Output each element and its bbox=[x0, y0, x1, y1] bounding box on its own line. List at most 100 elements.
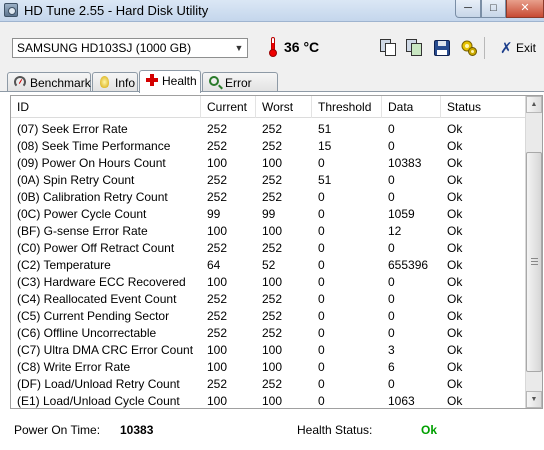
options-icon[interactable] bbox=[460, 39, 478, 57]
table-row[interactable]: (BF) G-sense Error Rate 100 100 0 12 Ok bbox=[11, 223, 527, 240]
title-bar[interactable]: HD Tune 2.55 - Hard Disk Utility ─ □ ✕ bbox=[0, 0, 544, 22]
table-row[interactable]: (0B) Calibration Retry Count 252 252 0 0 Ok bbox=[11, 189, 527, 206]
cell-current: 252 bbox=[207, 190, 228, 204]
table-row[interactable]: (09) Power On Hours Count 100 100 0 10383 Ok bbox=[11, 155, 527, 172]
smart-table[interactable]: ID Current Worst Threshold Data Status (… bbox=[10, 95, 543, 409]
cell-threshold: 0 bbox=[318, 343, 325, 357]
table-row[interactable]: (C8) Write Error Rate 100 100 0 6 Ok bbox=[11, 359, 527, 376]
cell-worst: 99 bbox=[262, 207, 276, 221]
column-header-status[interactable]: Status bbox=[441, 96, 527, 118]
temperature-readout: 36 °C bbox=[284, 39, 320, 55]
column-header-worst[interactable]: Worst bbox=[256, 96, 312, 118]
cell-id: (0C) Power Cycle Count bbox=[17, 207, 147, 221]
tab-info[interactable]: Info bbox=[92, 72, 138, 92]
cell-status: Ok bbox=[447, 207, 463, 221]
cell-threshold: 51 bbox=[318, 173, 332, 187]
drive-select[interactable]: SAMSUNG HD103SJ (1000 GB) ▼ bbox=[12, 38, 248, 58]
tab-label: Benchmark bbox=[30, 76, 91, 90]
table-row[interactable]: (DF) Load/Unload Retry Count 252 252 0 0 Ok bbox=[11, 376, 527, 393]
cell-worst: 100 bbox=[262, 360, 283, 374]
tab-health[interactable]: Health bbox=[139, 70, 201, 93]
cell-threshold: 15 bbox=[318, 139, 332, 153]
cell-current: 100 bbox=[207, 156, 228, 170]
speedometer-icon bbox=[14, 76, 26, 88]
cell-status: Ok bbox=[447, 309, 463, 323]
table-row[interactable]: (C6) Offline Uncorrectable 252 252 0 0 Ok bbox=[11, 325, 527, 342]
cell-current: 99 bbox=[207, 207, 221, 221]
cell-status: Ok bbox=[447, 326, 463, 340]
cell-status: Ok bbox=[447, 343, 463, 357]
cell-worst: 252 bbox=[262, 326, 283, 340]
hd-tune-app-icon bbox=[4, 3, 18, 17]
cell-current: 252 bbox=[207, 139, 228, 153]
cell-status: Ok bbox=[447, 241, 463, 255]
tab-error-scan[interactable]: Error Scan bbox=[202, 72, 278, 104]
tab-benchmark[interactable]: Benchmark bbox=[7, 72, 91, 92]
health-status-value: Ok bbox=[421, 423, 438, 437]
column-header-data[interactable]: Data bbox=[382, 96, 441, 118]
cell-current: 252 bbox=[207, 326, 228, 340]
cell-status: Ok bbox=[447, 224, 463, 238]
cell-current: 252 bbox=[207, 292, 228, 306]
exit-icon[interactable]: ✗ bbox=[500, 39, 513, 57]
table-row[interactable]: (C5) Current Pending Sector 252 252 0 0 Ok bbox=[11, 308, 527, 325]
save-icon[interactable] bbox=[433, 39, 451, 57]
cell-id: (C2) Temperature bbox=[17, 258, 111, 272]
cell-status: Ok bbox=[447, 275, 463, 289]
table-row[interactable]: (08) Seek Time Performance 252 252 15 0 Ok bbox=[11, 138, 527, 155]
table-row[interactable]: (C3) Hardware ECC Recovered 100 100 0 0 Ok bbox=[11, 274, 527, 291]
scroll-down-arrow-icon[interactable]: ▼ bbox=[526, 391, 542, 408]
cell-id: (07) Seek Error Rate bbox=[17, 122, 128, 136]
table-row[interactable]: (C4) Reallocated Event Count 252 252 0 0 Ok bbox=[11, 291, 527, 308]
cell-data: 0 bbox=[388, 173, 395, 187]
cell-threshold: 0 bbox=[318, 309, 325, 323]
cell-worst: 52 bbox=[262, 258, 276, 272]
cell-status: Ok bbox=[447, 360, 463, 374]
close-button[interactable]: ✕ bbox=[506, 0, 544, 18]
cell-id: (C7) Ultra DMA CRC Error Count bbox=[17, 343, 194, 357]
table-row[interactable]: (C7) Ultra DMA CRC Error Count 100 100 0 3 Ok bbox=[11, 342, 527, 359]
copy-screenshot-icon[interactable] bbox=[406, 39, 424, 57]
cell-current: 100 bbox=[207, 394, 228, 408]
cell-worst: 100 bbox=[262, 394, 283, 408]
cell-worst: 252 bbox=[262, 190, 283, 204]
table-row[interactable]: (07) Seek Error Rate 252 252 51 0 Ok bbox=[11, 121, 527, 138]
toolbar: SAMSUNG HD103SJ (1000 GB) ▼ 36 °C ✗ Exit bbox=[0, 23, 544, 70]
power-on-time-value: 10383 bbox=[120, 423, 154, 437]
vertical-scrollbar[interactable]: ▲ ▼ bbox=[525, 96, 542, 408]
minimize-button[interactable]: ─ bbox=[455, 0, 481, 18]
power-on-time-label: Power On Time: bbox=[14, 423, 101, 437]
cell-threshold: 0 bbox=[318, 377, 325, 391]
cell-data: 0 bbox=[388, 326, 395, 340]
cell-threshold: 0 bbox=[318, 190, 325, 204]
cell-current: 64 bbox=[207, 258, 221, 272]
scrollbar-thumb[interactable] bbox=[526, 152, 542, 372]
exit-button[interactable]: Exit bbox=[516, 41, 536, 55]
maximize-button[interactable]: □ bbox=[481, 0, 506, 18]
table-row[interactable]: (C0) Power Off Retract Count 252 252 0 0 Ok bbox=[11, 240, 527, 257]
cell-status: Ok bbox=[447, 258, 463, 272]
column-header-threshold[interactable]: Threshold bbox=[312, 96, 382, 118]
table-row[interactable]: (0A) Spin Retry Count 252 252 51 0 Ok bbox=[11, 172, 527, 189]
cell-worst: 100 bbox=[262, 343, 283, 357]
column-header-id[interactable]: ID bbox=[11, 96, 201, 118]
column-header-current[interactable]: Current bbox=[201, 96, 256, 118]
window-title: HD Tune 2.55 - Hard Disk Utility bbox=[24, 3, 209, 18]
cell-status: Ok bbox=[447, 292, 463, 306]
scroll-up-arrow-icon[interactable]: ▲ bbox=[526, 96, 542, 113]
cell-data: 0 bbox=[388, 292, 395, 306]
cell-current: 252 bbox=[207, 173, 228, 187]
cell-data: 0 bbox=[388, 309, 395, 323]
cell-worst: 100 bbox=[262, 156, 283, 170]
cell-id: (0A) Spin Retry Count bbox=[17, 173, 135, 187]
cell-id: (09) Power On Hours Count bbox=[17, 156, 166, 170]
copy-text-icon[interactable] bbox=[380, 39, 398, 57]
cell-id: (BF) G-sense Error Rate bbox=[17, 224, 148, 238]
table-row[interactable]: (C2) Temperature 64 52 0 655396 Ok bbox=[11, 257, 527, 274]
table-row[interactable]: (E1) Load/Unload Cycle Count 100 100 0 1063 O… bbox=[11, 393, 527, 408]
table-row[interactable]: (0C) Power Cycle Count 99 99 0 1059 Ok bbox=[11, 206, 527, 223]
cell-data: 0 bbox=[388, 241, 395, 255]
cell-id: (C6) Offline Uncorrectable bbox=[17, 326, 157, 340]
dropdown-arrow-icon[interactable]: ▼ bbox=[231, 39, 247, 57]
cell-data: 0 bbox=[388, 377, 395, 391]
